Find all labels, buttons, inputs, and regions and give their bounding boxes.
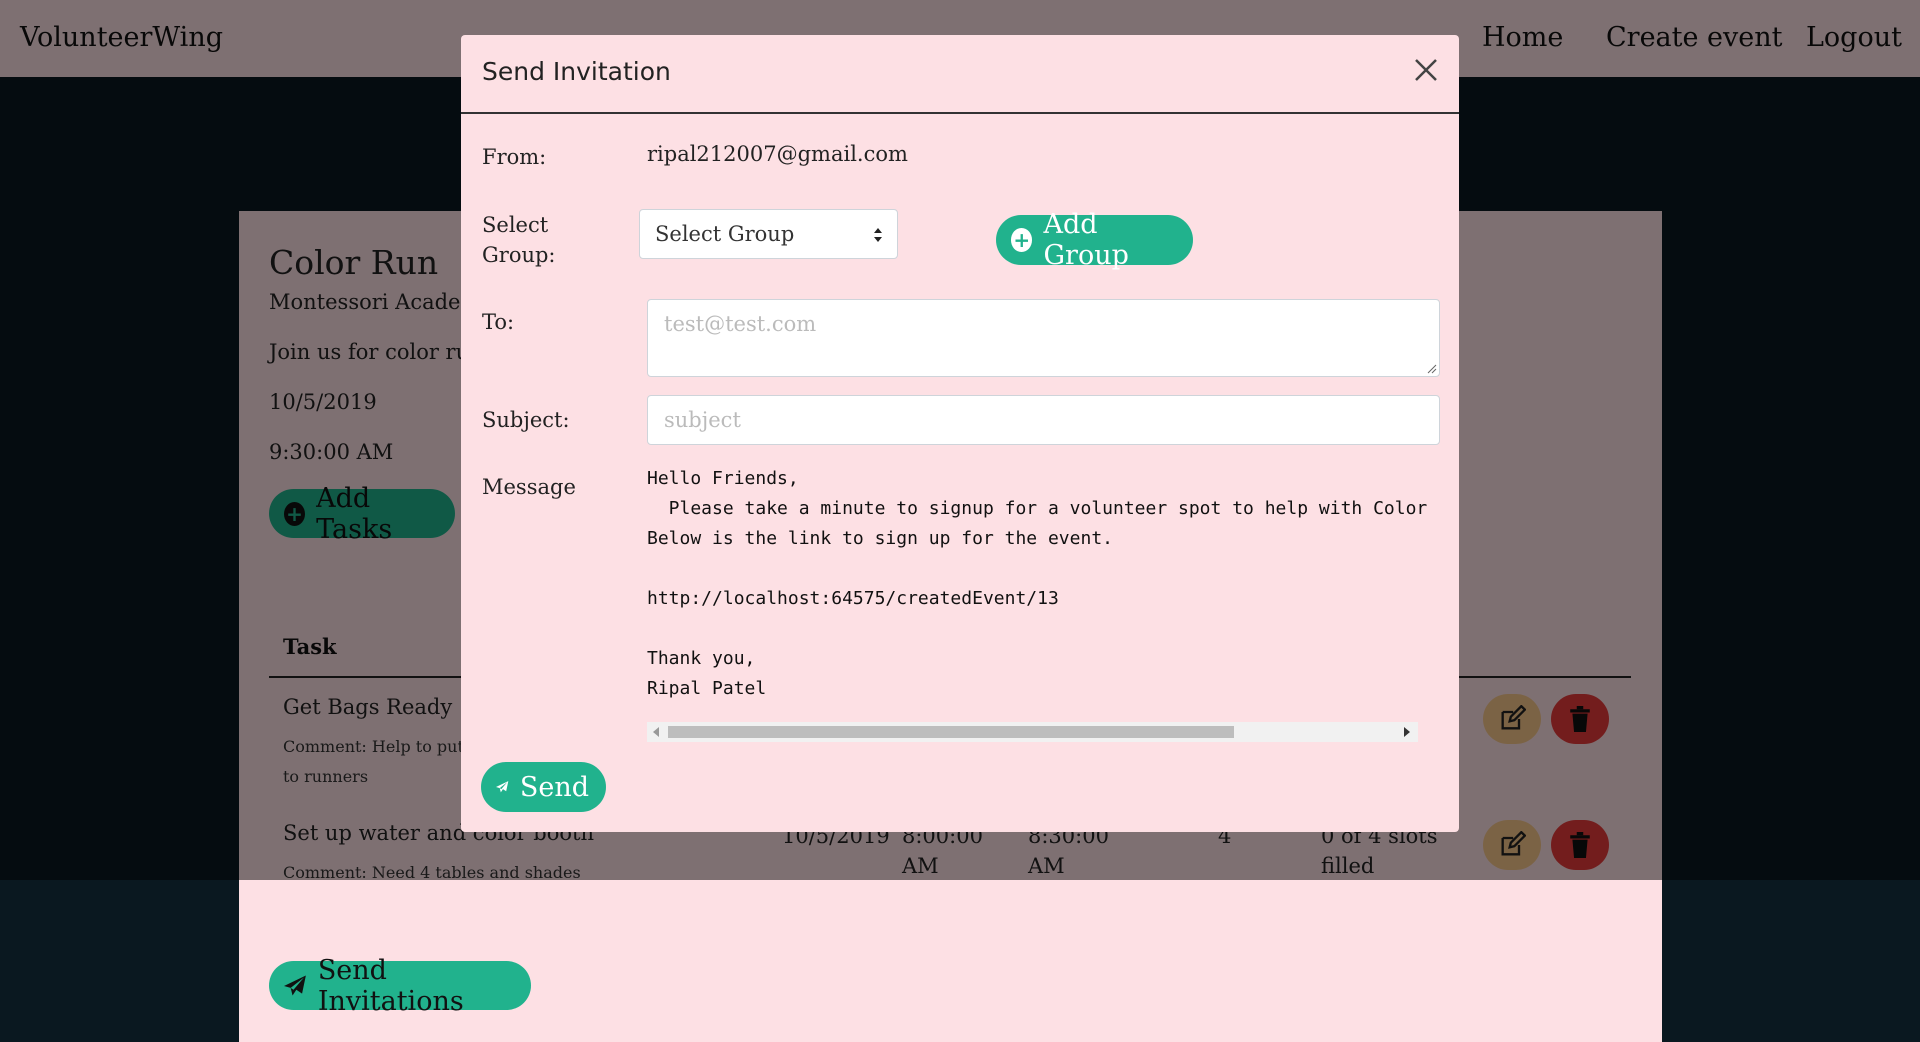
add-group-button[interactable]: + Add Group bbox=[996, 209, 1193, 271]
message-line: Hello Friends, bbox=[647, 468, 799, 489]
send-invitation-modal: Send Invitation From: ripal212007@gmail.… bbox=[461, 35, 1459, 832]
scrollbar-thumb[interactable] bbox=[668, 726, 1234, 738]
group-select[interactable]: Select Group bbox=[639, 209, 898, 259]
select-arrows-icon bbox=[874, 228, 882, 242]
send-invitations-label: Send Invitations bbox=[317, 954, 464, 1017]
send-label: Send bbox=[519, 771, 589, 803]
paper-plane-icon bbox=[284, 975, 306, 996]
message-line bbox=[647, 554, 1440, 584]
scroll-left-icon[interactable] bbox=[653, 727, 659, 737]
close-icon[interactable] bbox=[1411, 55, 1441, 85]
add-group-label: Add Group bbox=[1043, 209, 1129, 271]
subject-input[interactable]: subject bbox=[647, 395, 1440, 445]
group-select-value: Select Group bbox=[655, 222, 795, 246]
resize-handle-icon[interactable] bbox=[1427, 364, 1437, 374]
send-invitations-button[interactable]: Send Invitations bbox=[269, 955, 531, 1017]
to-placeholder: test@test.com bbox=[664, 312, 817, 336]
message-label: Message bbox=[482, 475, 576, 499]
message-horizontal-scrollbar[interactable] bbox=[647, 722, 1418, 742]
message-line: Below is the link to sign up for the eve… bbox=[647, 528, 1113, 549]
message-textarea[interactable]: Hello Friends, Please take a minute to s… bbox=[647, 464, 1440, 743]
modal-header: Send Invitation bbox=[461, 35, 1459, 114]
to-label: To: bbox=[482, 310, 515, 334]
message-line: http://localhost:64575/createdEvent/13 bbox=[647, 588, 1059, 609]
paper-plane-icon bbox=[496, 781, 509, 793]
scroll-right-icon[interactable] bbox=[1404, 727, 1410, 737]
subject-label: Subject: bbox=[482, 408, 570, 432]
send-button[interactable]: Send bbox=[481, 762, 606, 812]
modal-title: Send Invitation bbox=[482, 57, 671, 86]
from-value: ripal212007@gmail.com bbox=[647, 142, 908, 166]
select-group-label-line2: Group: bbox=[482, 243, 556, 267]
message-line: Ripal Patel bbox=[647, 678, 767, 699]
from-label: From: bbox=[482, 145, 547, 169]
subject-placeholder: subject bbox=[664, 408, 741, 432]
select-group-label: Select bbox=[482, 213, 549, 237]
to-email-textarea[interactable]: test@test.com bbox=[647, 299, 1440, 377]
message-line: Thank you, bbox=[647, 648, 756, 669]
message-line: Please take a minute to signup for a vol… bbox=[647, 498, 1428, 519]
message-line bbox=[647, 614, 1440, 644]
plus-circle-icon: + bbox=[1011, 228, 1033, 252]
